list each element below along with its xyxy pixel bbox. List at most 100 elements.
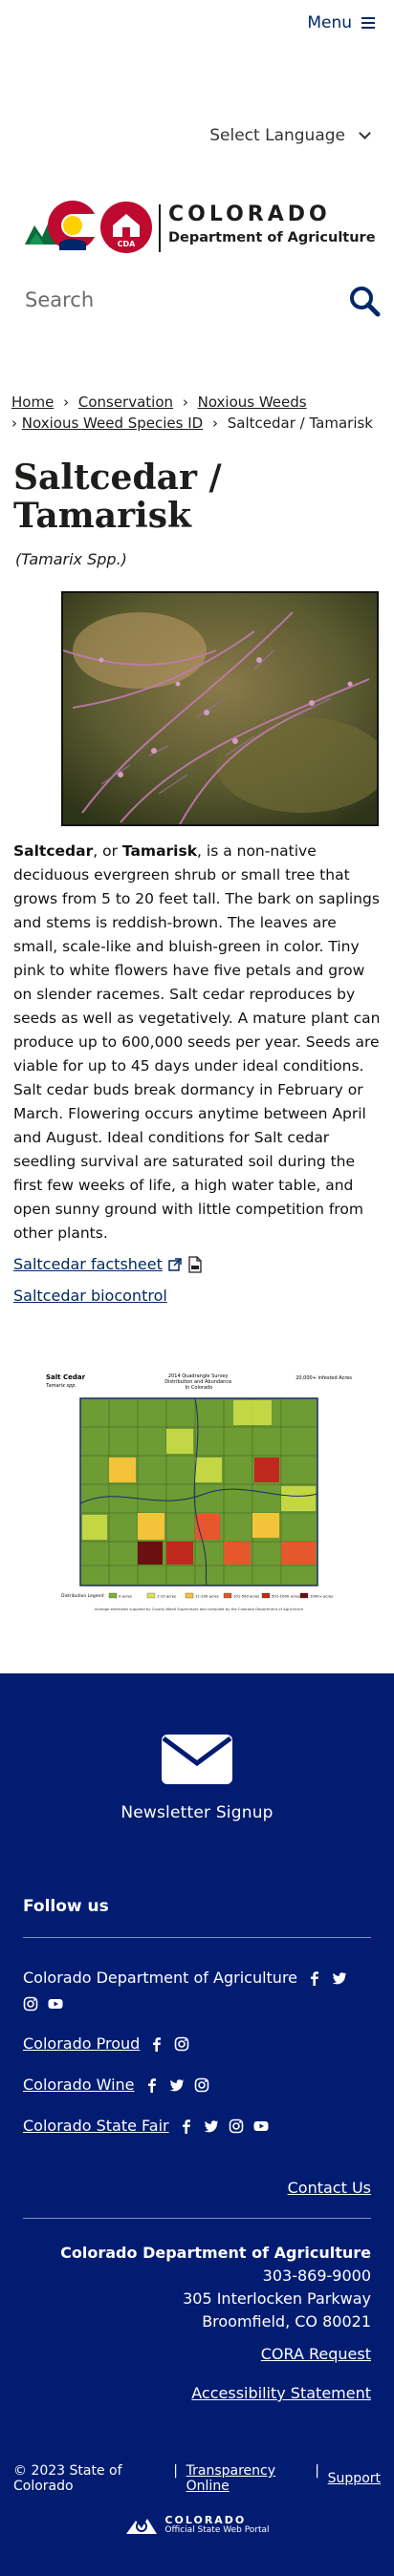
logo-divider	[159, 204, 161, 252]
agency-address: Colorado Department of Agriculture 303-8…	[0, 2242, 394, 2333]
follow-cda: Colorado Department of Agriculture	[23, 1969, 371, 2012]
instagram-icon[interactable]	[23, 1996, 38, 2012]
distribution-map-image: Salt Cedar Tamarix spp. 2014 Quadrangle …	[42, 1370, 356, 1614]
language-select[interactable]: Select Language	[209, 126, 371, 145]
facebook-icon[interactable]	[307, 1970, 322, 1986]
legend-label: 0 acres	[119, 1594, 132, 1599]
biocontrol-link[interactable]: Saltcedar biocontrol	[13, 1287, 167, 1305]
facebook-icon[interactable]	[144, 2077, 160, 2093]
breadcrumb-current: Saltcedar / Tamarisk	[227, 415, 373, 432]
language-select-label: Select Language	[209, 126, 345, 145]
language-row: Select Language	[0, 59, 394, 145]
pdf-file-icon	[188, 1255, 202, 1273]
legend-label: 1000+ acres	[310, 1594, 333, 1599]
logo-badge-text: CDA	[118, 240, 137, 248]
species-description: Saltcedar, or Tamarisk, is a non-native …	[0, 840, 394, 1245]
agency-city: Broomfield, CO 80021	[202, 2312, 371, 2331]
accessibility-statement-link[interactable]: Accessibility Statement	[191, 2384, 371, 2402]
factsheet-link[interactable]: Saltcedar factsheet	[13, 1255, 163, 1273]
legend-swatch	[146, 1592, 156, 1599]
search-bar	[0, 269, 394, 353]
external-link-icon	[168, 1257, 182, 1271]
description-joiner: , or	[93, 842, 122, 860]
site-logo[interactable]: CDA COLORADO Department of Agriculture	[0, 145, 394, 269]
legend-label: 11-100 acres	[195, 1594, 219, 1599]
saltcedar-distribution-map: Salt Cedar Tamarix spp. 2014 Quadrangle …	[42, 1370, 356, 1614]
footer-divider	[23, 1937, 371, 1938]
copyright-text: © 2023 State of Colorado	[13, 2463, 122, 2494]
agency-phone: 303-869-9000	[262, 2267, 371, 2285]
breadcrumb-home[interactable]: Home	[11, 394, 54, 411]
cora-request-link[interactable]: CORA Request	[261, 2345, 371, 2363]
breadcrumb-separator: ›	[182, 394, 188, 411]
colorado-portal-logo-icon	[126, 2519, 158, 2534]
twitter-icon[interactable]	[332, 1970, 347, 1986]
menu-button[interactable]: Menu	[307, 13, 375, 32]
accessibility-row: Accessibility Statement	[0, 2384, 394, 2402]
main-content: Saltcedar / Tamarisk (Tamarix Spp.) Salt…	[0, 458, 394, 1614]
follow-colorado-wine: Colorado Wine	[23, 2076, 371, 2094]
follow-colorado-wine-link[interactable]: Colorado Wine	[23, 2076, 135, 2094]
youtube-icon[interactable]	[48, 1996, 63, 2012]
newsletter-label: Newsletter Signup	[120, 1803, 274, 1822]
instagram-icon[interactable]	[194, 2077, 209, 2093]
agency-name: Colorado Department of Agriculture	[60, 2244, 371, 2262]
follow-colorado-proud: Colorado Proud	[23, 2034, 371, 2053]
follow-colorado-proud-link[interactable]: Colorado Proud	[23, 2034, 140, 2053]
site-header: Menu Select Language CDA COLORADO Depart…	[0, 0, 394, 353]
map-title-left: Salt Cedar	[46, 1373, 86, 1381]
top-bar: Menu	[0, 0, 394, 59]
menu-label: Menu	[307, 13, 352, 32]
breadcrumb-separator: ›	[211, 415, 218, 432]
cda-barn-logo-icon: CDA	[100, 202, 152, 253]
facebook-icon[interactable]	[179, 2118, 194, 2134]
youtube-icon[interactable]	[253, 2118, 269, 2134]
legend-label: 1-10 acres	[157, 1594, 176, 1599]
hamburger-icon	[361, 17, 375, 29]
transparency-online-link[interactable]: Transparency Online	[186, 2463, 305, 2494]
contact-us-link[interactable]: Contact Us	[288, 2179, 371, 2197]
follow-us-title: Follow us	[23, 1897, 109, 1916]
breadcrumb-conservation[interactable]: Conservation	[78, 394, 173, 411]
description-bold-saltcedar: Saltcedar	[13, 842, 94, 860]
instagram-icon[interactable]	[174, 2036, 189, 2052]
social-follow-list: Colorado Department of Agriculture Color…	[0, 1969, 394, 2135]
follow-state-fair-link[interactable]: Colorado State Fair	[23, 2117, 169, 2135]
newsletter-signup[interactable]: Newsletter Signup	[0, 1673, 394, 1822]
legend-swatch	[108, 1592, 118, 1599]
follow-colorado-state-fair: Colorado State Fair	[23, 2117, 371, 2135]
facebook-icon[interactable]	[149, 2036, 164, 2052]
breadcrumb-species-id[interactable]: Noxious Weed Species ID	[22, 415, 203, 432]
map-footnote: Acreage estimates supplied by County Wee…	[95, 1607, 304, 1611]
support-link[interactable]: Support	[328, 2471, 381, 2486]
search-input[interactable]	[25, 288, 331, 311]
breadcrumb-separator: ›	[63, 394, 70, 411]
cora-row: CORA Request	[0, 2345, 394, 2363]
chevron-down-icon	[359, 127, 371, 139]
twitter-icon[interactable]	[204, 2118, 219, 2134]
search-icon[interactable]	[348, 285, 381, 317]
logo-text: COLORADO Department of Agriculture	[168, 202, 376, 245]
factsheet-row: Saltcedar factsheet	[0, 1255, 394, 1273]
portal-line-1: COLORADO	[164, 2514, 247, 2526]
footer-divider	[23, 2218, 371, 2219]
legend-swatch	[185, 1592, 194, 1599]
breadcrumb: Home › Conservation › Noxious Weeds › No…	[0, 392, 394, 434]
legend-label: 101-500 acres	[233, 1594, 259, 1599]
follow-cda-label: Colorado Department of Agriculture	[23, 1969, 298, 1987]
map-subtitle-left: Tamarix spp.	[46, 1383, 77, 1389]
instagram-icon[interactable]	[229, 2118, 244, 2134]
map-legend-title: Distribution Legend:	[61, 1593, 105, 1599]
map-title-center-line: In Colorado	[186, 1385, 213, 1391]
state-web-portal-logo[interactable]: COLORADO Official State Web Portal	[0, 2513, 394, 2538]
legend-label: 501-1000 acres	[272, 1594, 300, 1599]
legend-swatch	[223, 1592, 232, 1599]
description-bold-tamarisk: Tamarisk	[121, 842, 198, 860]
breadcrumb-noxious-weeds[interactable]: Noxious Weeds	[198, 394, 307, 411]
portal-line-2: Official State Web Portal	[164, 2525, 270, 2535]
bottom-separator: |	[310, 2463, 319, 2494]
legend-swatch	[261, 1592, 271, 1599]
twitter-icon[interactable]	[169, 2077, 185, 2093]
scientific-name: (Tamarix Spp.)	[15, 550, 127, 568]
agency-street: 305 Interlocken Parkway	[183, 2289, 371, 2308]
